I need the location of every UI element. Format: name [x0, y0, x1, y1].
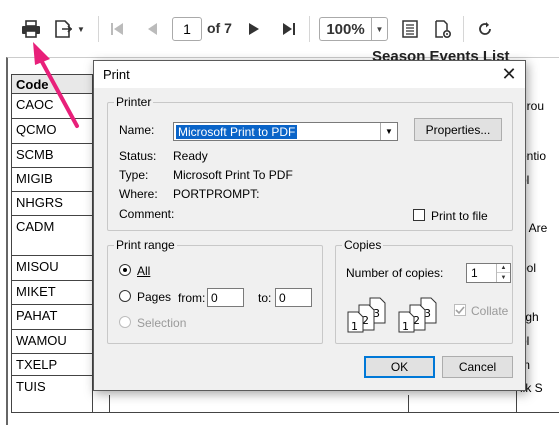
print-dialog: Print ✕ Printer Name: Microsoft Print to…	[93, 60, 526, 391]
table-row: CADM	[11, 216, 93, 256]
refresh-icon[interactable]	[474, 18, 496, 40]
table-row: PAHAT	[11, 305, 93, 330]
last-page-icon[interactable]	[279, 19, 299, 39]
collate-checkbox[interactable]	[454, 304, 466, 316]
table-row: TXELP	[11, 354, 93, 376]
to-input[interactable]: 0	[275, 288, 312, 307]
print-to-file-label: Print to file	[431, 209, 488, 223]
print-to-file-checkbox[interactable]	[413, 209, 425, 221]
copies-stepper[interactable]: 1 ▲ ▼	[466, 263, 511, 283]
ok-button[interactable]: OK	[364, 356, 435, 378]
status-label: Status:	[119, 149, 157, 163]
dialog-title: Print	[103, 67, 130, 82]
properties-button[interactable]: Properties...	[414, 118, 502, 141]
all-radio[interactable]	[119, 264, 131, 276]
next-page-icon[interactable]	[245, 19, 263, 39]
spin-up-icon[interactable]: ▲	[497, 264, 510, 273]
table-row: MIKET	[11, 281, 93, 305]
to-label: to:	[258, 291, 272, 305]
page-setup-icon[interactable]	[432, 18, 454, 40]
pages-radio[interactable]	[119, 290, 131, 302]
from-input[interactable]: 0	[207, 288, 244, 307]
where-label: Where:	[119, 187, 158, 201]
checkmark-icon	[455, 306, 465, 315]
selection-label: Selection	[137, 316, 187, 330]
copies-value: 1	[471, 266, 478, 280]
code-column-header: Code	[11, 74, 93, 94]
page-number-input[interactable]: 1	[172, 17, 202, 41]
printer-legend: Printer	[114, 95, 154, 109]
spin-down-icon[interactable]: ▼	[497, 273, 510, 282]
where-value: PORTPROMPT:	[173, 187, 260, 201]
dialog-title-bar[interactable]: Print ✕	[94, 61, 525, 88]
table-row: NHGRS	[11, 192, 93, 216]
print-range-legend: Print range	[114, 238, 177, 252]
table-row: TUIS	[11, 376, 93, 412]
cancel-button[interactable]: Cancel	[442, 356, 513, 378]
table-row: MIGIB	[11, 168, 93, 192]
table-row: SCMB	[11, 144, 93, 168]
close-icon[interactable]: ✕	[497, 63, 521, 85]
document-map-icon[interactable]	[399, 18, 421, 40]
all-label: All	[137, 264, 151, 278]
status-value: Ready	[173, 149, 208, 163]
first-page-icon[interactable]	[108, 19, 126, 39]
previous-page-icon[interactable]	[143, 19, 161, 39]
table-row: QCMO	[11, 119, 93, 144]
selection-radio[interactable]	[119, 316, 131, 328]
table-row: WAMOU	[11, 330, 93, 354]
table-row: CAOC	[11, 94, 93, 119]
printer-name-value: Microsoft Print to PDF	[174, 124, 299, 140]
page-count-label: of 7	[207, 20, 232, 36]
collate-label: Collate	[471, 304, 509, 318]
from-label: from:	[178, 291, 206, 305]
type-label: Type:	[119, 168, 149, 182]
export-dropdown-icon[interactable]: ▼	[75, 24, 87, 34]
pages-label: Pages	[137, 290, 172, 304]
number-of-copies-label: Number of copies:	[346, 266, 444, 280]
svg-text:1: 1	[402, 320, 409, 333]
zoom-level-field[interactable]: 100%	[319, 17, 371, 41]
chevron-down-icon[interactable]: ▼	[380, 123, 397, 140]
collate-pages-icon: 3 2 1	[347, 297, 386, 333]
copies-legend: Copies	[342, 238, 384, 252]
print-icon[interactable]	[19, 18, 43, 40]
printer-name-select[interactable]: Microsoft Print to PDF ▼	[173, 122, 398, 141]
export-icon[interactable]	[52, 18, 74, 40]
collate-pages-icon: 3 2 1	[398, 297, 437, 333]
printer-name-label: Name:	[119, 123, 155, 137]
table-row: MISOU	[11, 256, 93, 281]
zoom-dropdown-icon[interactable]: ▼	[371, 17, 388, 41]
svg-text:1: 1	[351, 320, 358, 333]
type-value: Microsoft Print To PDF	[173, 168, 293, 182]
comment-label: Comment:	[119, 207, 175, 221]
